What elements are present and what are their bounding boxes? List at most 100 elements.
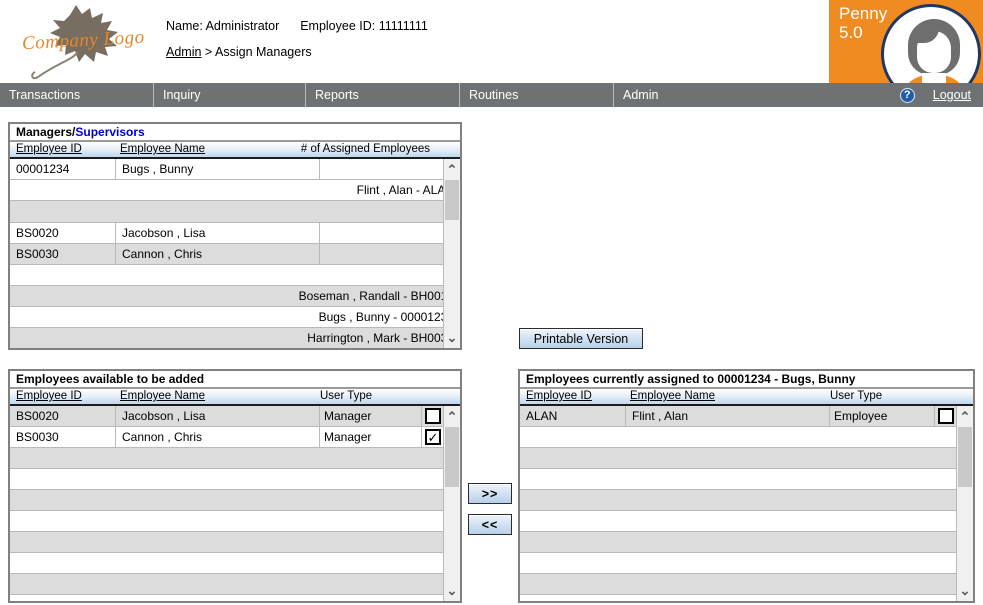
product-name-version: Penny 5.0: [839, 4, 887, 42]
table-row[interactable]: [10, 532, 460, 553]
user-name: Name: Administrator: [166, 19, 279, 33]
table-row[interactable]: [10, 448, 460, 469]
col-employee-name[interactable]: Employee Name: [120, 390, 205, 402]
managers-title-part2: Supervisors: [75, 125, 144, 139]
scrollbar-thumb[interactable]: [445, 180, 459, 220]
cell-assigned-detail: Bugs , Bunny - 00001234: [319, 310, 454, 324]
col-assigned-count: # of Assigned Employees: [301, 143, 430, 155]
assigned-grid: ALAN Flint , Alan Employee ⌃ ⌄: [520, 406, 973, 601]
scrollbar-thumb[interactable]: [958, 427, 972, 487]
available-grid: BS0020 Jacobson , Lisa Manager BS0030 Ca…: [10, 406, 460, 601]
col-employee-id[interactable]: Employee ID: [16, 390, 82, 402]
avatar-collar: [922, 73, 946, 83]
table-row[interactable]: [520, 553, 973, 574]
table-row[interactable]: BS0020 Jacobson , Lisa Manager: [10, 406, 460, 427]
table-row[interactable]: [520, 490, 973, 511]
table-row[interactable]: Harrington , Mark - BH0030: [10, 328, 460, 348]
scroll-down-icon[interactable]: ⌄: [444, 582, 460, 599]
managers-title-part1: Managers/: [16, 125, 75, 139]
employees-assigned-panel: Employees currently assigned to 00001234…: [518, 369, 975, 603]
scroll-up-icon[interactable]: ⌃: [444, 408, 460, 425]
cell-user-type: Employee: [834, 409, 887, 423]
table-row[interactable]: BS0030 Cannon , Chris 7: [10, 244, 460, 265]
table-row[interactable]: [10, 511, 460, 532]
scroll-down-icon[interactable]: ⌄: [957, 582, 973, 599]
table-row[interactable]: ALAN Flint , Alan Employee: [520, 406, 973, 427]
managers-grid: 00001234 Bugs , Bunny 1 Flint , Alan - A…: [10, 159, 460, 348]
nav-label: Transactions: [9, 88, 80, 102]
product-branding: Penny 5.0: [829, 0, 983, 83]
nav-item-routines[interactable]: Routines: [459, 83, 613, 107]
table-row[interactable]: [10, 469, 460, 490]
table-row[interactable]: [10, 490, 460, 511]
cell-employee-id: 00001234: [16, 162, 69, 176]
table-row[interactable]: Bugs , Bunny - 00001234: [10, 307, 460, 328]
nav-item-admin[interactable]: Admin: [613, 83, 773, 107]
table-row[interactable]: Flint , Alan - ALAN: [10, 180, 460, 201]
cell-user-type: Manager: [324, 430, 371, 444]
managers-column-headers: Employee ID Employee Name # of Assigned …: [10, 142, 460, 159]
printable-version-button[interactable]: Printable Version: [519, 328, 643, 349]
cell-assigned-detail: Boseman , Randall - BH0010: [299, 289, 454, 303]
cell-employee-name: Jacobson , Lisa: [122, 409, 205, 423]
assigned-panel-title: Employees currently assigned to 00001234…: [520, 371, 973, 389]
add-selected-label: >>: [482, 487, 499, 501]
row-select-checkbox[interactable]: [425, 408, 441, 424]
avatar: [881, 4, 981, 83]
scrollbar-thumb[interactable]: [445, 427, 459, 487]
available-panel-title: Employees available to be added: [10, 371, 460, 389]
breadcrumb-link-admin[interactable]: Admin: [166, 45, 201, 59]
col-user-type: User Type: [830, 390, 882, 402]
col-employee-id[interactable]: Employee ID: [16, 143, 82, 155]
row-select-checkbox[interactable]: [938, 408, 954, 424]
cell-employee-name: Flint , Alan: [632, 409, 688, 423]
available-scrollbar[interactable]: ⌃ ⌄: [443, 406, 460, 601]
nav-item-inquiry[interactable]: Inquiry: [153, 83, 305, 107]
table-row[interactable]: [520, 469, 973, 490]
nav-item-reports[interactable]: Reports: [305, 83, 459, 107]
row-select-checkbox[interactable]: ✓: [425, 429, 441, 445]
scroll-up-icon[interactable]: ⌃: [957, 408, 973, 425]
table-row[interactable]: [10, 553, 460, 574]
managers-supervisors-panel: Managers/Supervisors Employee ID Employe…: [8, 122, 462, 350]
col-employee-id[interactable]: Employee ID: [526, 390, 592, 402]
cell-employee-id: BS0030: [16, 430, 59, 444]
cell-employee-name: Cannon , Chris: [122, 430, 202, 444]
cell-user-type: Manager: [324, 409, 371, 423]
add-selected-button[interactable]: >>: [468, 483, 512, 504]
managers-scrollbar[interactable]: ⌃ ⌄: [443, 159, 460, 348]
nav-item-transactions[interactable]: Transactions: [0, 83, 153, 107]
cell-employee-name: Jacobson , Lisa: [122, 226, 205, 240]
main-navigation: Transactions Inquiry Reports Routines Ad…: [0, 83, 983, 107]
available-column-headers: Employee ID Employee Name User Type: [10, 389, 460, 406]
scroll-up-icon[interactable]: ⌃: [444, 161, 460, 178]
nav-utilities: ? Logout: [900, 83, 983, 107]
nav-label: Inquiry: [163, 88, 201, 102]
table-row[interactable]: [520, 574, 973, 595]
user-info: Name: Administrator Employee ID: 1111111…: [166, 19, 428, 33]
assigned-scrollbar[interactable]: ⌃ ⌄: [956, 406, 973, 601]
table-row[interactable]: BS0020 Jacobson , Lisa 0: [10, 223, 460, 244]
printable-version-label: Printable Version: [534, 332, 629, 346]
table-row[interactable]: [520, 448, 973, 469]
employees-available-panel: Employees available to be added Employee…: [8, 369, 462, 603]
table-row[interactable]: [520, 511, 973, 532]
breadcrumb-current: Assign Managers: [215, 45, 312, 59]
table-row[interactable]: [520, 532, 973, 553]
help-icon[interactable]: ?: [900, 88, 915, 103]
nav-label: Reports: [315, 88, 359, 102]
table-row[interactable]: BS0030 Cannon , Chris Manager ✓: [10, 427, 460, 448]
cell-employee-id: BS0020: [16, 409, 59, 423]
table-row[interactable]: , -: [10, 265, 460, 286]
table-row[interactable]: [10, 201, 460, 223]
table-row[interactable]: [10, 574, 460, 595]
col-employee-name[interactable]: Employee Name: [630, 390, 715, 402]
col-employee-name[interactable]: Employee Name: [120, 143, 205, 155]
logout-link[interactable]: Logout: [933, 88, 971, 102]
table-row[interactable]: [520, 427, 973, 448]
table-row[interactable]: 00001234 Bugs , Bunny 1: [10, 159, 460, 180]
scroll-down-icon[interactable]: ⌄: [444, 329, 460, 346]
table-row[interactable]: Boseman , Randall - BH0010: [10, 286, 460, 307]
remove-selected-button[interactable]: <<: [468, 514, 512, 535]
cell-employee-name: Bugs , Bunny: [122, 162, 193, 176]
